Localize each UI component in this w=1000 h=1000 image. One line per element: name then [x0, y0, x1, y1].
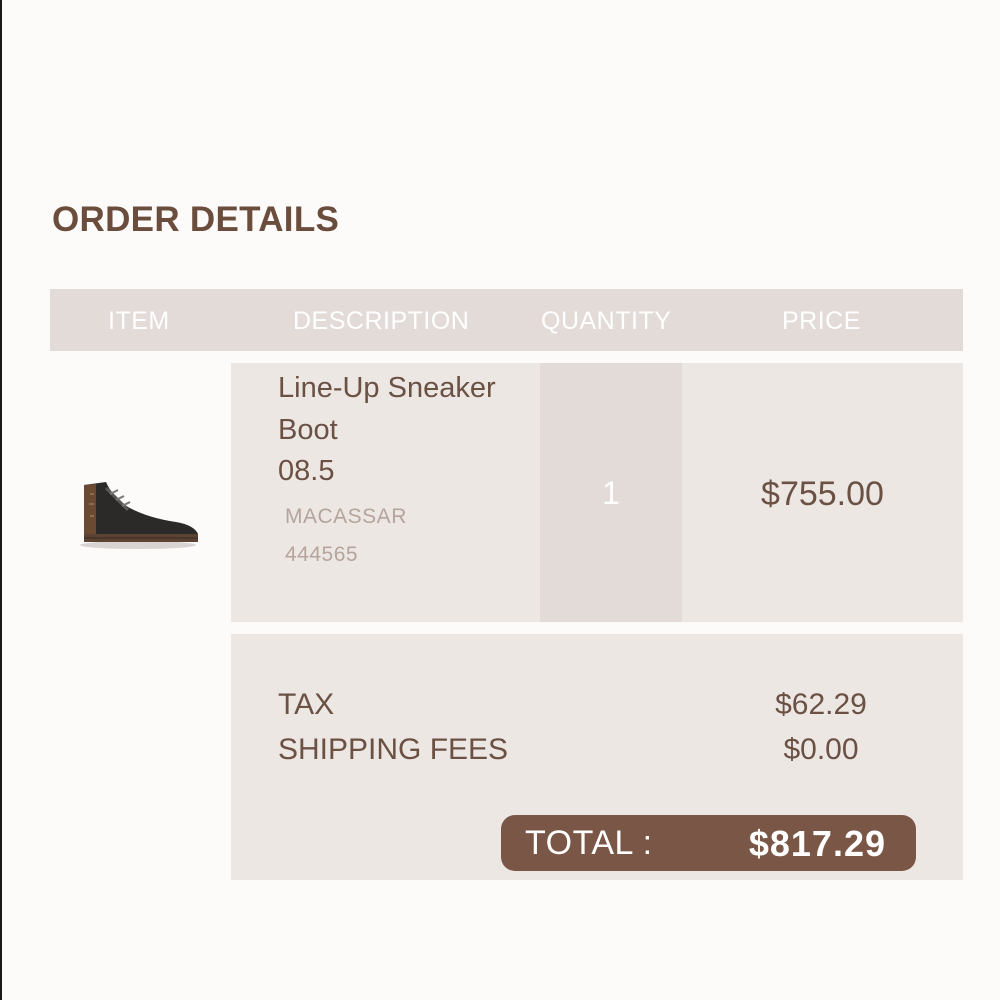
tax-value: $62.29: [775, 688, 867, 721]
window-left-edge: [0, 0, 2, 1000]
total-badge: TOTAL : $817.29: [501, 815, 916, 871]
order-summary: TAX $62.29 SHIPPING FEES $0.00 TOTAL : $…: [231, 634, 963, 880]
header-quantity: QUANTITY: [541, 307, 672, 335]
header-description: DESCRIPTION: [293, 307, 470, 335]
total-label: TOTAL :: [525, 824, 653, 862]
product-size: 08.5: [278, 455, 335, 487]
header-item: ITEM: [108, 307, 170, 335]
product-name[interactable]: Line-Up Sneaker Boot: [278, 367, 548, 451]
quantity-cell: 1: [540, 363, 682, 622]
sneaker-boot-image[interactable]: [74, 472, 204, 559]
table-row: Line-Up Sneaker Boot 08.5 MACASSAR 44456…: [231, 363, 963, 622]
item-price: $755.00: [761, 475, 884, 513]
shipping-fees-value: $0.00: [783, 733, 859, 766]
product-color: MACASSAR: [285, 505, 407, 528]
table-header: ITEM DESCRIPTION QUANTITY PRICE: [50, 289, 963, 351]
quantity-value: 1: [602, 475, 620, 511]
page-title: ORDER DETAILS: [52, 200, 340, 239]
total-value: $817.29: [748, 823, 886, 864]
shipping-fees-label: SHIPPING FEES: [278, 733, 509, 766]
header-price: PRICE: [782, 307, 861, 335]
product-sku: 444565: [285, 543, 359, 566]
tax-label: TAX: [278, 688, 335, 721]
